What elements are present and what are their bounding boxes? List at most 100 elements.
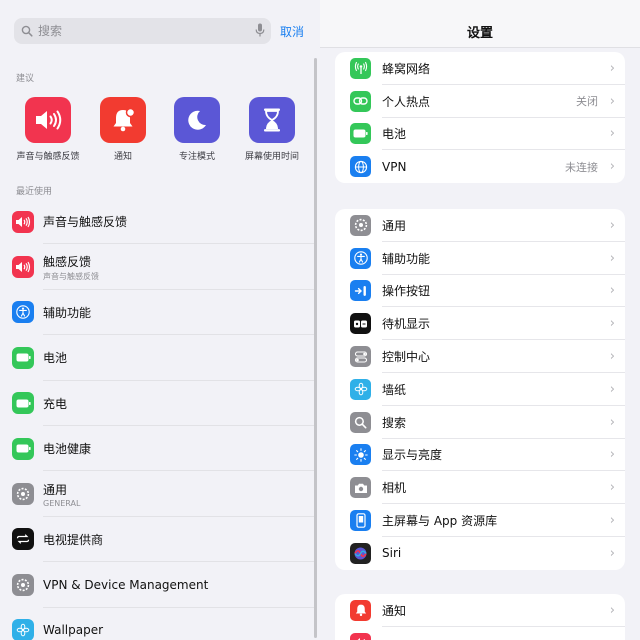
settings-row-battery[interactable]: 电池 › — [335, 118, 625, 151]
search-icon — [350, 411, 371, 433]
accessibility-icon — [350, 247, 371, 269]
settings-row-vpn[interactable]: VPN 未连接 › — [335, 150, 625, 183]
camera-icon — [350, 477, 371, 499]
row-label: 通知 — [382, 603, 407, 618]
row-label: VPN — [382, 159, 407, 174]
row-label: 相机 — [382, 481, 407, 496]
suggestion-label: 通知 — [113, 152, 132, 162]
page-title: 设置 — [466, 26, 493, 41]
settings-pane: 设置 蜂窝网络 › 个人热点 关闭 › 电池 › VPN 未连接 › 通用 › … — [320, 0, 640, 640]
status-bar — [320, 0, 640, 2]
chevron-right-icon: › — [609, 480, 615, 496]
antenna-icon — [350, 57, 371, 79]
toggles-icon — [350, 346, 371, 368]
suggestion-label: 声音与触感反馈 — [16, 152, 80, 162]
list-item-label: 电池健康 — [43, 442, 92, 457]
battery-icon — [12, 346, 34, 369]
chevron-right-icon: › — [609, 217, 615, 233]
battery-icon — [12, 437, 34, 460]
settings-row-control-center[interactable]: 控制中心 › — [335, 340, 625, 373]
settings-row-notifications[interactable]: 通知 › — [335, 594, 625, 627]
row-label: 待机显示 — [382, 317, 431, 332]
settings-row-general[interactable]: 通用 › — [335, 209, 625, 242]
list-item-label: VPN & Device Management — [43, 577, 209, 592]
settings-row-action-button[interactable]: 操作按钮 › — [335, 275, 625, 308]
list-item[interactable]: 辅助功能 — [0, 290, 316, 336]
flower-icon — [350, 378, 371, 400]
list-item-label: Wallpaper — [43, 623, 104, 638]
chevron-right-icon: › — [609, 316, 615, 332]
chevron-right-icon: › — [609, 60, 615, 76]
chevron-right-icon: › — [609, 250, 615, 266]
gear-icon — [350, 214, 371, 236]
suggestion-screen-time[interactable]: 屏幕使用时间 — [232, 97, 312, 162]
bell-icon — [350, 599, 371, 621]
row-label: 搜索 — [382, 415, 407, 430]
list-item[interactable]: 通用 GENERAL — [0, 471, 316, 517]
list-item[interactable]: 声音与触感反馈 — [0, 199, 316, 245]
list-item-label: 充电 — [43, 396, 68, 411]
chevron-right-icon: › — [609, 349, 615, 365]
gear-icon — [12, 483, 34, 506]
settings-row-search[interactable]: 搜索 › — [335, 406, 625, 439]
chevron-right-icon: › — [609, 283, 615, 299]
row-label: 电池 — [382, 127, 407, 142]
settings-row-accessibility[interactable]: 辅助功能 › — [335, 242, 625, 275]
row-value: 关闭 — [576, 95, 598, 109]
settings-row-hotspot[interactable]: 个人热点 关闭 › — [335, 85, 625, 118]
bell-icon — [100, 97, 146, 143]
chevron-right-icon: › — [609, 447, 615, 463]
scrollbar[interactable] — [314, 58, 317, 638]
row-label: 个人热点 — [382, 94, 431, 109]
recent-label: 最近使用 — [16, 187, 53, 197]
list-item[interactable]: 充电 — [0, 381, 316, 426]
list-item[interactable]: 电池 — [0, 335, 316, 381]
chevron-right-icon: › — [609, 602, 615, 618]
chevron-right-icon: › — [609, 381, 615, 397]
settings-row-cellular[interactable]: 蜂窝网络 › — [335, 52, 625, 85]
settings-row-camera[interactable]: 相机 › — [335, 471, 625, 505]
row-label: 辅助功能 — [382, 251, 431, 266]
settings-row-siri[interactable]: Siri › — [335, 537, 625, 570]
settings-row-standby[interactable]: 待机显示 › — [335, 307, 625, 341]
speaker-icon — [12, 210, 34, 233]
suggestion-notifications[interactable]: 通知 — [83, 97, 163, 162]
row-label: 墙纸 — [382, 382, 407, 397]
suggestion-sound-haptics[interactable]: 声音与触感反馈 — [8, 97, 88, 162]
settings-row-home-screen[interactable]: 主屏幕与 App 资源库 › — [335, 504, 625, 537]
chevron-right-icon: › — [609, 513, 615, 529]
settings-row-wallpaper[interactable]: 墙纸 › — [335, 373, 625, 406]
chevron-right-icon: › — [609, 93, 615, 109]
flower-icon — [12, 619, 34, 640]
row-value: 未连接 — [565, 160, 598, 174]
row-label: 控制中心 — [382, 350, 431, 365]
list-item[interactable]: 触感反馈 声音与触感反馈 — [0, 244, 316, 290]
settings-row-sounds[interactable]: › — [335, 627, 625, 640]
chevron-right-icon: › — [609, 159, 615, 175]
cancel-button[interactable]: 取消 — [280, 23, 304, 40]
row-label: Siri — [382, 546, 402, 561]
settings-row-display-brightness[interactable]: 显示与亮度 › — [335, 439, 625, 472]
search-bar: 取消 — [14, 18, 314, 46]
accessibility-icon — [12, 301, 34, 324]
siri-icon — [350, 542, 371, 564]
list-item[interactable]: 电池健康 — [0, 426, 316, 472]
row-label: 显示与亮度 — [382, 448, 443, 463]
list-item[interactable]: Wallpaper — [0, 608, 316, 640]
settings-group-connectivity: 蜂窝网络 › 个人热点 关闭 › 电池 › VPN 未连接 › — [335, 52, 625, 184]
search-input[interactable] — [38, 24, 228, 38]
search-field[interactable] — [14, 18, 271, 44]
recent-list: 声音与触感反馈 触感反馈 声音与触感反馈 辅助功能 电池 充电 电池健康 通用 … — [0, 199, 316, 640]
tv-provider-icon — [12, 528, 34, 551]
globe-icon — [350, 156, 371, 178]
list-item[interactable]: 电视提供商 — [0, 517, 316, 563]
settings-group-notifications: 通知 › › — [335, 594, 625, 640]
suggestion-focus[interactable]: 专注模式 — [157, 97, 237, 162]
suggestion-label: 专注模式 — [178, 152, 215, 162]
list-item-label: 电池 — [43, 351, 68, 366]
speaker-icon — [25, 97, 71, 143]
microphone-icon[interactable] — [255, 23, 265, 42]
list-item[interactable]: VPN & Device Management — [0, 562, 316, 608]
home-screen-icon — [350, 510, 371, 532]
list-item-subtitle: GENERAL — [43, 498, 81, 508]
